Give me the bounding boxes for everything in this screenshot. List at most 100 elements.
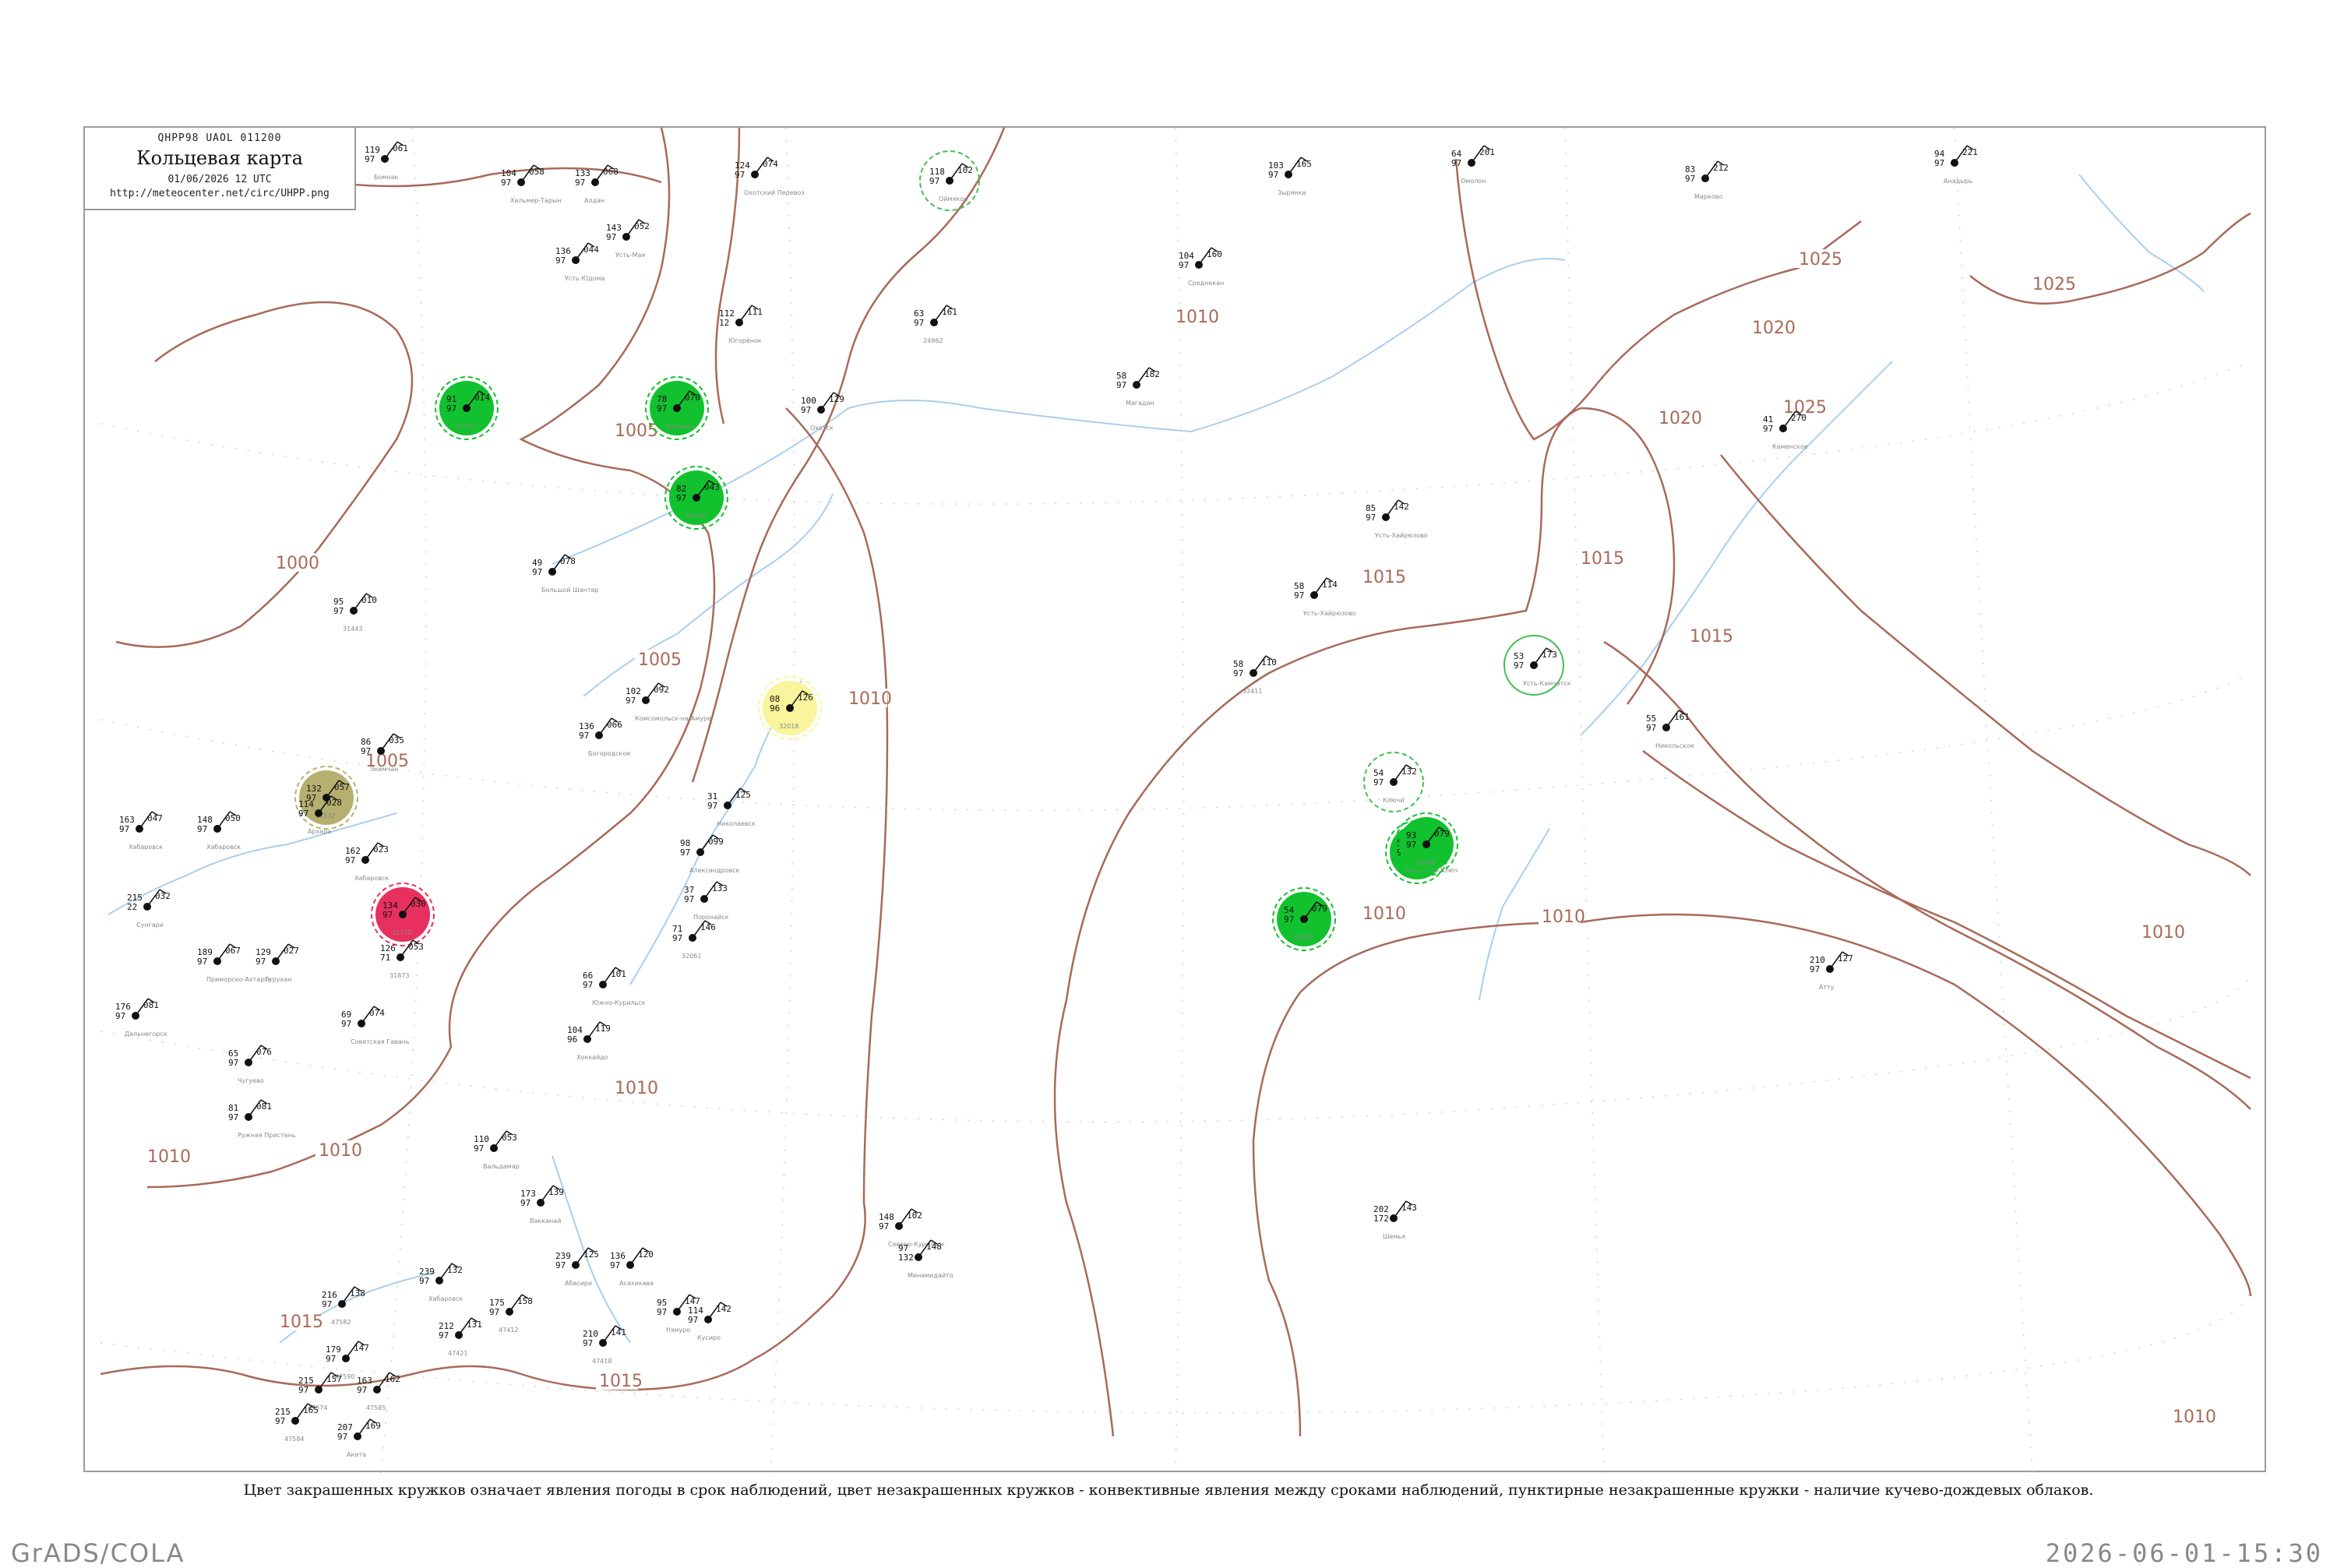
- station-s43[interactable]: 10297092Комсомольск-на-Амуре: [626, 682, 711, 722]
- station-s27[interactable]: 12497074Охотский Перевоз: [735, 157, 805, 196]
- station-s28[interactable]: 11212111Югорёнок: [719, 305, 763, 344]
- station-s55[interactable]: 16397047Хабаровск: [119, 811, 163, 851]
- station-s52[interactable]: 8197081Ружная Пристань: [228, 1099, 296, 1139]
- station-s26[interactable]: 202172143Шемья: [1373, 1200, 1417, 1240]
- station-s19[interactable]: 9497221Анадырь: [1934, 145, 1978, 185]
- station-s39[interactable]: 13397068Алдан: [575, 164, 619, 204]
- station-s35[interactable]: 10496119Хоккайдо: [567, 1021, 611, 1061]
- station-s33[interactable]: 719714632061: [672, 920, 716, 960]
- station-s24[interactable]: 5597161Никольское: [1646, 710, 1694, 749]
- station-name: Анадырь: [1944, 178, 1973, 185]
- station-name: Марково: [1694, 193, 1722, 200]
- station-s32[interactable]: 3797133Поронайск: [684, 881, 729, 921]
- station-s16[interactable]: 10397165Зырянка: [1268, 157, 1312, 196]
- station-dew: 12: [719, 318, 729, 328]
- station-s18[interactable]: 8397212Марково: [1685, 160, 1729, 200]
- station-pressure: 221: [1962, 147, 1978, 157]
- station-s11[interactable]: 11897102Оймякон: [919, 150, 980, 211]
- station-name: Хабаровск: [354, 875, 389, 882]
- station-pressure: 061: [393, 143, 408, 153]
- station-pressure: 119: [595, 1024, 611, 1034]
- station-s02[interactable]: 7897070Биракан: [645, 376, 709, 440]
- station-s45[interactable]: 959701031443: [333, 593, 377, 632]
- station-s56[interactable]: 14897050Хабаровск: [197, 811, 241, 851]
- station-name: Южно-Курильск: [592, 999, 646, 1006]
- station-s09[interactable]: 939707932389: [1394, 812, 1458, 876]
- station-s12[interactable]: 5497132Ключи: [1363, 752, 1424, 812]
- weather-map[interactable]: 1000100510051005101010101010101010101010…: [85, 128, 2268, 1474]
- station-s21[interactable]: 8597142Усть-Хайрюзово: [1366, 499, 1428, 539]
- station-s40[interactable]: 14397052Усть-Мая: [606, 219, 650, 259]
- station-dew: 97: [1366, 513, 1376, 523]
- station-s54[interactable]: 21522032Сунгари: [127, 889, 171, 928]
- station-s51[interactable]: 6597076Чугуево: [228, 1045, 272, 1084]
- station-s63[interactable]: 1759715847412: [489, 1294, 533, 1334]
- station-dew: 97: [583, 980, 593, 990]
- station-pressure: 092: [654, 685, 669, 695]
- station-s61[interactable]: 23997132Хабаровск: [419, 1263, 463, 1302]
- station-s07[interactable]: 549707932389: [1272, 887, 1336, 951]
- station-s65[interactable]: 11497142Кусиро: [688, 1302, 731, 1341]
- station-name: Акита: [347, 1451, 366, 1458]
- station-dew: 97: [684, 894, 694, 904]
- station-s71[interactable]: 2159716547584: [275, 1403, 319, 1443]
- isobar-label: 1005: [615, 421, 658, 441]
- station-s04[interactable]: 1349703031712: [371, 883, 435, 946]
- station-s31[interactable]: 9897099Александровск: [680, 834, 739, 874]
- station-name: Алдан: [584, 197, 605, 204]
- station-s67[interactable]: 2169713847582: [322, 1286, 365, 1326]
- station-s59[interactable]: 13697120Асахикава: [610, 1247, 654, 1287]
- station-name: Александровск: [689, 867, 739, 874]
- station-s01[interactable]: 919701431147: [435, 376, 499, 440]
- station-dew: 97: [322, 1299, 332, 1309]
- station-name: 47582: [331, 1319, 351, 1326]
- station-s22[interactable]: 5897114Усть-Хайрюзово: [1294, 577, 1356, 617]
- station-dew: 97: [357, 1385, 367, 1395]
- station-pressure: 110: [1261, 657, 1277, 668]
- station-name: Оймякон: [939, 196, 968, 203]
- station-s70[interactable]: 1639716247585: [357, 1372, 400, 1411]
- station-dew: 97: [520, 1198, 530, 1208]
- station-s23[interactable]: 589711032411: [1233, 655, 1277, 695]
- station-s06[interactable]: 089612632018: [758, 676, 822, 740]
- source-url[interactable]: http://meteocenter.net/circ/UHPP.png: [85, 188, 354, 199]
- station-s50[interactable]: 6997074Советская Гавань: [341, 1006, 410, 1045]
- station-s62[interactable]: 2129713147421: [439, 1317, 482, 1357]
- station-dew: 97: [474, 1143, 484, 1154]
- station-s48[interactable]: 16297023Хабаровск: [345, 842, 389, 882]
- station-s15[interactable]: 10497160Среднекан: [1179, 247, 1224, 287]
- station-s13[interactable]: 639716124962: [914, 305, 957, 344]
- station-s73[interactable]: 97132148Минамидайто: [898, 1239, 953, 1279]
- station-s42[interactable]: 4997078Большой Шантар: [532, 554, 599, 594]
- station-pressure: 132: [1401, 766, 1417, 777]
- station-s10[interactable]: 5397173Усть-Камчатск: [1503, 635, 1571, 696]
- station-s14[interactable]: 5897182Магадан: [1116, 367, 1160, 407]
- station-s25[interactable]: 21097127Атту: [1810, 951, 1853, 991]
- station-pressure: 068: [603, 167, 619, 177]
- station-s53[interactable]: 17697081Дальнегорск: [115, 998, 167, 1038]
- station-pressure: 131: [467, 1320, 482, 1330]
- station-s38[interactable]: 10497058Хальмер-Тарын: [501, 164, 562, 204]
- station-s44[interactable]: 13697066Богородское: [579, 717, 630, 757]
- station-s29[interactable]: 10097129Охотск: [801, 392, 844, 432]
- station-pressure: 147: [354, 1343, 369, 1353]
- station-name: Архара: [308, 828, 331, 835]
- station-s64[interactable]: 2109714147418: [583, 1325, 626, 1365]
- station-name: Абасири: [565, 1280, 592, 1287]
- station-s72[interactable]: 20797169Акита: [337, 1418, 381, 1458]
- station-s03[interactable]: 829704331168: [664, 466, 728, 530]
- station-dew: 97: [1810, 964, 1820, 974]
- station-name: 32061: [682, 953, 701, 960]
- station-s30[interactable]: 3197125Николаевск: [707, 788, 756, 827]
- station-s41[interactable]: 13697044Усть-Юдома: [555, 242, 605, 282]
- station-name: 24962: [923, 337, 943, 344]
- station-s57[interactable]: 11097053Вальдамар: [474, 1130, 520, 1170]
- station-dew: 97: [228, 1112, 238, 1122]
- station-name: Бомнак: [374, 174, 399, 181]
- station-s60[interactable]: 23997125Абасири: [555, 1247, 599, 1287]
- station-s37[interactable]: 11997061Бомнак: [365, 141, 408, 181]
- station-s58[interactable]: 17397139Вакканай: [520, 1185, 564, 1224]
- station-name: Ключи: [1383, 797, 1404, 804]
- isobar-label: 1020: [1752, 319, 1796, 338]
- station-name: Богородское: [588, 750, 630, 757]
